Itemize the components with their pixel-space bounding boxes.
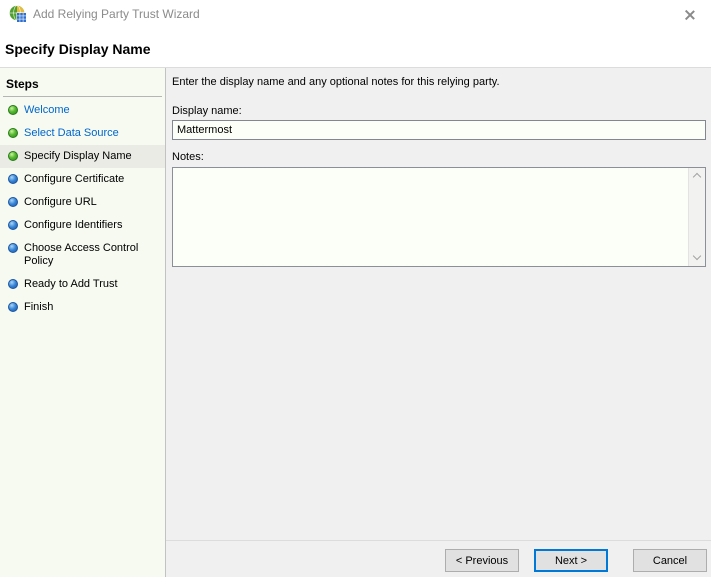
display-name-label: Display name:: [172, 105, 706, 117]
step-done-icon: [8, 105, 18, 115]
close-button[interactable]: [677, 3, 703, 27]
main-panel: Enter the display name and any optional …: [166, 68, 711, 577]
step-done-icon: [8, 128, 18, 138]
page-title: Specify Display Name: [5, 41, 151, 57]
sidebar-item-ready-to-add-trust: Ready to Add Trust: [0, 273, 165, 296]
cancel-button[interactable]: Cancel: [633, 549, 707, 572]
next-button[interactable]: Next >: [534, 549, 608, 572]
scroll-up-button[interactable]: [689, 168, 706, 185]
titlebar: Add Relying Party Trust Wizard: [0, 0, 711, 30]
steps-heading: Steps: [0, 68, 165, 91]
scroll-down-button[interactable]: [689, 249, 706, 266]
chevron-up-icon: [693, 173, 701, 181]
chevron-down-icon: [693, 252, 701, 260]
previous-button[interactable]: < Previous: [445, 549, 519, 572]
sidebar-item-configure-certificate: Configure Certificate: [0, 168, 165, 191]
adfs-wizard-icon: [9, 5, 27, 23]
notes-scrollbar[interactable]: [688, 168, 705, 266]
steps-sidebar: Steps Welcome Select Data Source Specify…: [0, 68, 165, 577]
notes-text[interactable]: [173, 168, 688, 266]
footer-divider: [166, 540, 711, 541]
sidebar-item-choose-access-control-policy: Choose Access Control Policy: [0, 237, 165, 273]
display-name-input[interactable]: [172, 120, 706, 140]
step-current-icon: [8, 151, 18, 161]
step-upcoming-icon: [8, 243, 18, 253]
step-upcoming-icon: [8, 174, 18, 184]
sidebar-item-select-data-source[interactable]: Select Data Source: [0, 122, 165, 145]
sidebar-item-configure-identifiers: Configure Identifiers: [0, 214, 165, 237]
close-icon: [684, 9, 696, 21]
step-upcoming-icon: [8, 279, 18, 289]
step-upcoming-icon: [8, 302, 18, 312]
sidebar-item-configure-url: Configure URL: [0, 191, 165, 214]
instruction-text: Enter the display name and any optional …: [172, 76, 706, 89]
step-upcoming-icon: [8, 220, 18, 230]
sidebar-item-specify-display-name: Specify Display Name: [0, 145, 165, 168]
steps-list: Welcome Select Data Source Specify Displ…: [0, 99, 165, 319]
sidebar-item-welcome[interactable]: Welcome: [0, 99, 165, 122]
window-title: Add Relying Party Trust Wizard: [33, 7, 200, 21]
step-upcoming-icon: [8, 197, 18, 207]
wizard-buttons: < Previous Next > Cancel: [445, 549, 707, 572]
sidebar-item-finish: Finish: [0, 296, 165, 319]
steps-divider: [3, 96, 162, 97]
display-name-form: Enter the display name and any optional …: [166, 68, 711, 267]
notes-textarea[interactable]: [172, 167, 706, 267]
notes-label: Notes:: [172, 151, 706, 163]
